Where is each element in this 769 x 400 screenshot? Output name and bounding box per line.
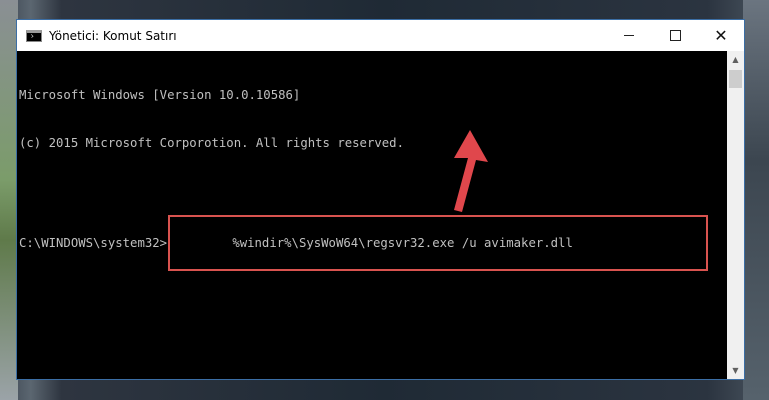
close-icon: ✕ [714,25,728,45]
maximize-button[interactable] [652,20,698,51]
close-button[interactable]: ✕ [698,20,744,51]
minimize-button[interactable] [606,20,652,51]
minimize-icon [624,35,634,36]
scroll-up-icon[interactable]: ▲ [727,51,744,68]
maximize-icon [669,30,681,41]
cmd-app-icon [26,29,42,42]
console-line-version: Microsoft Windows [Version 10.0.10586] [19,88,301,102]
command-input-highlight[interactable]: %windir%\SysWoW64\regsvr32.exe /u avimak… [168,215,709,271]
vertical-scrollbar[interactable]: ▲ ▼ [727,51,744,379]
up-arrow-icon [454,130,488,212]
title-bar[interactable]: Yönetici: Komut Satırı ✕ [17,20,744,51]
prompt-line: C:\WINDOWS\system32> %windir%\SysWoW64\r… [19,215,727,271]
prompt-path: C:\WINDOWS\system32> [19,236,168,250]
console-output[interactable]: Microsoft Windows [Version 10.0.10586] (… [17,51,727,379]
command-text: %windir%\SysWoW64\regsvr32.exe /u avimak… [232,236,573,250]
console-line-copyright: (c) 2015 Microsoft Corporotion. All righ… [19,136,404,150]
window-title: Yönetici: Komut Satırı [49,28,177,43]
scroll-down-icon[interactable]: ▼ [727,362,744,379]
command-prompt-window: Yönetici: Komut Satırı ✕ Microsoft Windo… [16,19,745,380]
scroll-thumb[interactable] [729,70,742,88]
desktop-background-right [743,0,769,400]
